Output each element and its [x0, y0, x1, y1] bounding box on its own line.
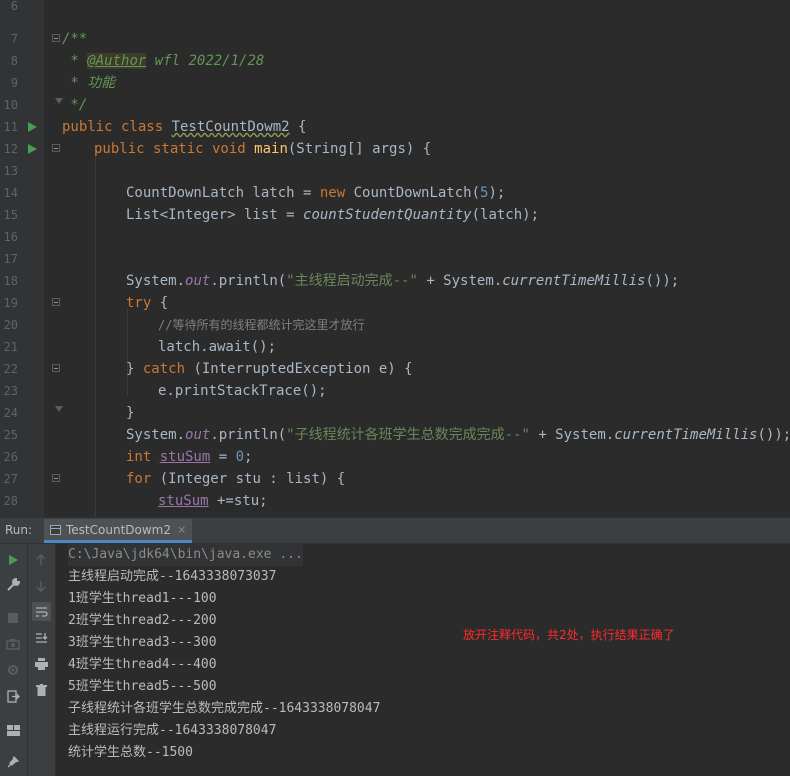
console-line: 主线程启动完成--1643338073037: [68, 569, 277, 584]
run-main-icon[interactable]: [28, 144, 37, 154]
code-line: 13: [0, 160, 790, 182]
rerun-icon[interactable]: [5, 552, 21, 568]
line-number: 19: [3, 296, 18, 310]
console-line: 2班学生thread2---200: [68, 613, 217, 628]
run-config-icon: [50, 524, 61, 535]
code-line: 7 /**: [0, 28, 790, 50]
line-number: 12: [3, 142, 18, 156]
line-number: 15: [3, 208, 18, 222]
code-line: 14 CountDownLatch latch = new CountDownL…: [0, 182, 790, 204]
code-line: 11 public class TestCountDowm2 {: [0, 116, 790, 138]
code-line: 10 */: [0, 94, 790, 116]
code-line: 28 stuSum +=stu;: [0, 490, 790, 512]
line-number: 28: [3, 494, 18, 508]
line-number: 10: [3, 98, 18, 112]
code-line: 27 for (Integer stu : list) {: [0, 468, 790, 490]
line-number: 20: [3, 318, 18, 332]
fold-toggle[interactable]: [52, 364, 60, 372]
print-icon[interactable]: [33, 656, 49, 672]
line-number: 13: [3, 164, 18, 178]
line-number: 11: [3, 120, 18, 134]
code-line: 16: [0, 226, 790, 248]
code-line: 12 public static void main(String[] args…: [0, 138, 790, 160]
run-toolbar-left: [0, 544, 28, 776]
run-label: Run:: [5, 523, 33, 537]
code-line: 6: [0, 0, 790, 17]
code-line: 25 System.out.println("子线程统计各班学生总数完成完成--…: [0, 424, 790, 446]
soft-wrap-icon[interactable]: [32, 602, 51, 621]
stop-icon[interactable]: [5, 610, 21, 626]
line-number: 18: [3, 274, 18, 288]
debug-settings-icon[interactable]: [5, 662, 21, 678]
code-line: 24 }: [0, 402, 790, 424]
line-number: 25: [3, 428, 18, 442]
console-line: C:\Java\jdk64\bin\java.exe ...: [68, 544, 303, 566]
layout-icon[interactable]: [5, 722, 21, 738]
code-line: 9 * 功能: [0, 72, 790, 94]
console-line: 1班学生thread1---100: [68, 591, 217, 606]
fold-toggle[interactable]: [52, 474, 60, 482]
line-number: 17: [3, 252, 18, 266]
console-output[interactable]: C:\Java\jdk64\bin\java.exe ... 主线程启动完成--…: [56, 544, 790, 776]
line-number: 24: [3, 406, 18, 420]
line-number: 6: [10, 0, 18, 13]
camera-icon[interactable]: [5, 636, 21, 652]
exit-icon[interactable]: [5, 688, 21, 704]
pin-icon[interactable]: [5, 754, 21, 770]
close-icon[interactable]: ×: [177, 523, 186, 536]
run-tab-label: TestCountDowm2: [66, 522, 171, 537]
code-line: 19 try {: [0, 292, 790, 314]
line-number: 26: [3, 450, 18, 464]
run-class-icon[interactable]: [28, 122, 37, 132]
line-number: 22: [3, 362, 18, 376]
console-line: 主线程运行完成--1643338078047: [68, 723, 277, 738]
code-line: 15 List<Integer> list = countStudentQuan…: [0, 204, 790, 226]
code-editor[interactable]: 6 7 /** 8 * @Author wfl 2022/1/28 9 * 功能…: [0, 0, 790, 517]
arrow-down-icon[interactable]: [33, 578, 49, 594]
fold-toggle[interactable]: [52, 34, 60, 42]
console-line: 子线程统计各班学生总数完成完成--1643338078047: [68, 701, 381, 716]
code-line: 18 System.out.println("主线程启动完成--" + Syst…: [0, 270, 790, 292]
trash-icon[interactable]: [33, 682, 49, 698]
console-line: 3班学生thread3---300: [68, 635, 217, 650]
code-line: 21 latch.await();: [0, 336, 790, 358]
code-line: 8 * @Author wfl 2022/1/28: [0, 50, 790, 72]
code-line: 23 e.printStackTrace();: [0, 380, 790, 402]
console-line: 4班学生thread4---400: [68, 657, 217, 672]
scroll-to-end-icon[interactable]: [33, 630, 49, 646]
line-number: 21: [3, 340, 18, 354]
line-number: 27: [3, 472, 18, 486]
arrow-up-icon[interactable]: [33, 552, 49, 568]
code-line: 17: [0, 248, 790, 270]
console-line: 5班学生thread5---500: [68, 679, 217, 694]
run-panel-header: Run: TestCountDowm2 ×: [0, 517, 790, 544]
wrench-icon[interactable]: [5, 576, 21, 592]
line-number: 9: [10, 76, 18, 90]
line-number: 23: [3, 384, 18, 398]
console-toolbar: [28, 544, 56, 776]
annotation-note: 放开注释代码，共2处，执行结果正确了: [463, 628, 675, 642]
line-number: 7: [10, 32, 18, 46]
fold-toggle[interactable]: [52, 298, 60, 306]
line-number: 16: [3, 230, 18, 244]
fold-end-marker[interactable]: [55, 406, 63, 412]
line-number: 14: [3, 186, 18, 200]
line-number: 8: [10, 54, 18, 68]
console-line: 统计学生总数--1500: [68, 745, 193, 760]
fold-toggle[interactable]: [52, 144, 60, 152]
code-line: 22 } catch (InterruptedException e) {: [0, 358, 790, 380]
run-tab[interactable]: TestCountDowm2 ×: [44, 519, 193, 543]
code-line: 26 int stuSum = 0;: [0, 446, 790, 468]
code-line: 20 //等待所有的线程都统计完这里才放行: [0, 314, 790, 336]
